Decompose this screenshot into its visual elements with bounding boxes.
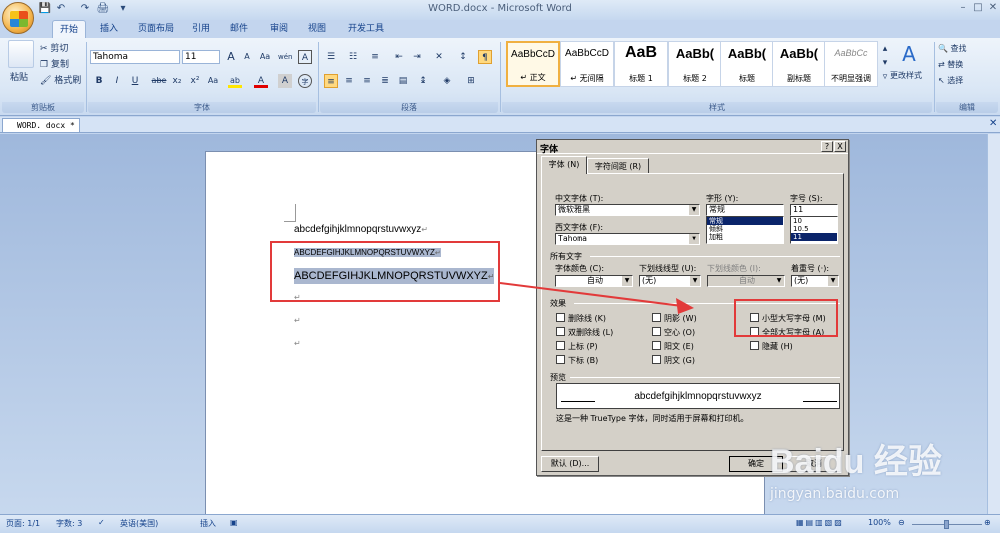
zoom-in-icon[interactable]: ⊕ bbox=[984, 518, 991, 527]
zoom-slider-thumb[interactable] bbox=[944, 520, 949, 529]
status-bar: 页面: 1/1 字数: 3 ✓ 英语(美国) 插入 ▣ ▦▤▥▧▨ 100% ⊖… bbox=[0, 514, 1000, 533]
proofing-icon[interactable]: ✓ bbox=[98, 518, 105, 527]
watermark-brand: Baidu 经验 bbox=[770, 443, 942, 481]
tab-font[interactable]: 字体 (N) bbox=[541, 156, 587, 174]
watermark-url: jingyan.baidu.com bbox=[770, 486, 900, 502]
word-count[interactable]: 字数: 3 bbox=[56, 518, 82, 529]
view-buttons[interactable]: ▦▤▥▧▨ bbox=[796, 518, 844, 527]
insert-mode[interactable]: 插入 bbox=[200, 518, 216, 529]
watermark: Baidu 经验 jingyan.baidu.com bbox=[770, 430, 990, 510]
zoom-out-icon[interactable]: ⊖ bbox=[898, 518, 905, 527]
language[interactable]: 英语(美国) bbox=[120, 518, 158, 529]
zoom-level[interactable]: 100% bbox=[868, 518, 891, 527]
page-count[interactable]: 页面: 1/1 bbox=[6, 518, 40, 529]
macro-record-icon[interactable]: ▣ bbox=[230, 518, 238, 527]
